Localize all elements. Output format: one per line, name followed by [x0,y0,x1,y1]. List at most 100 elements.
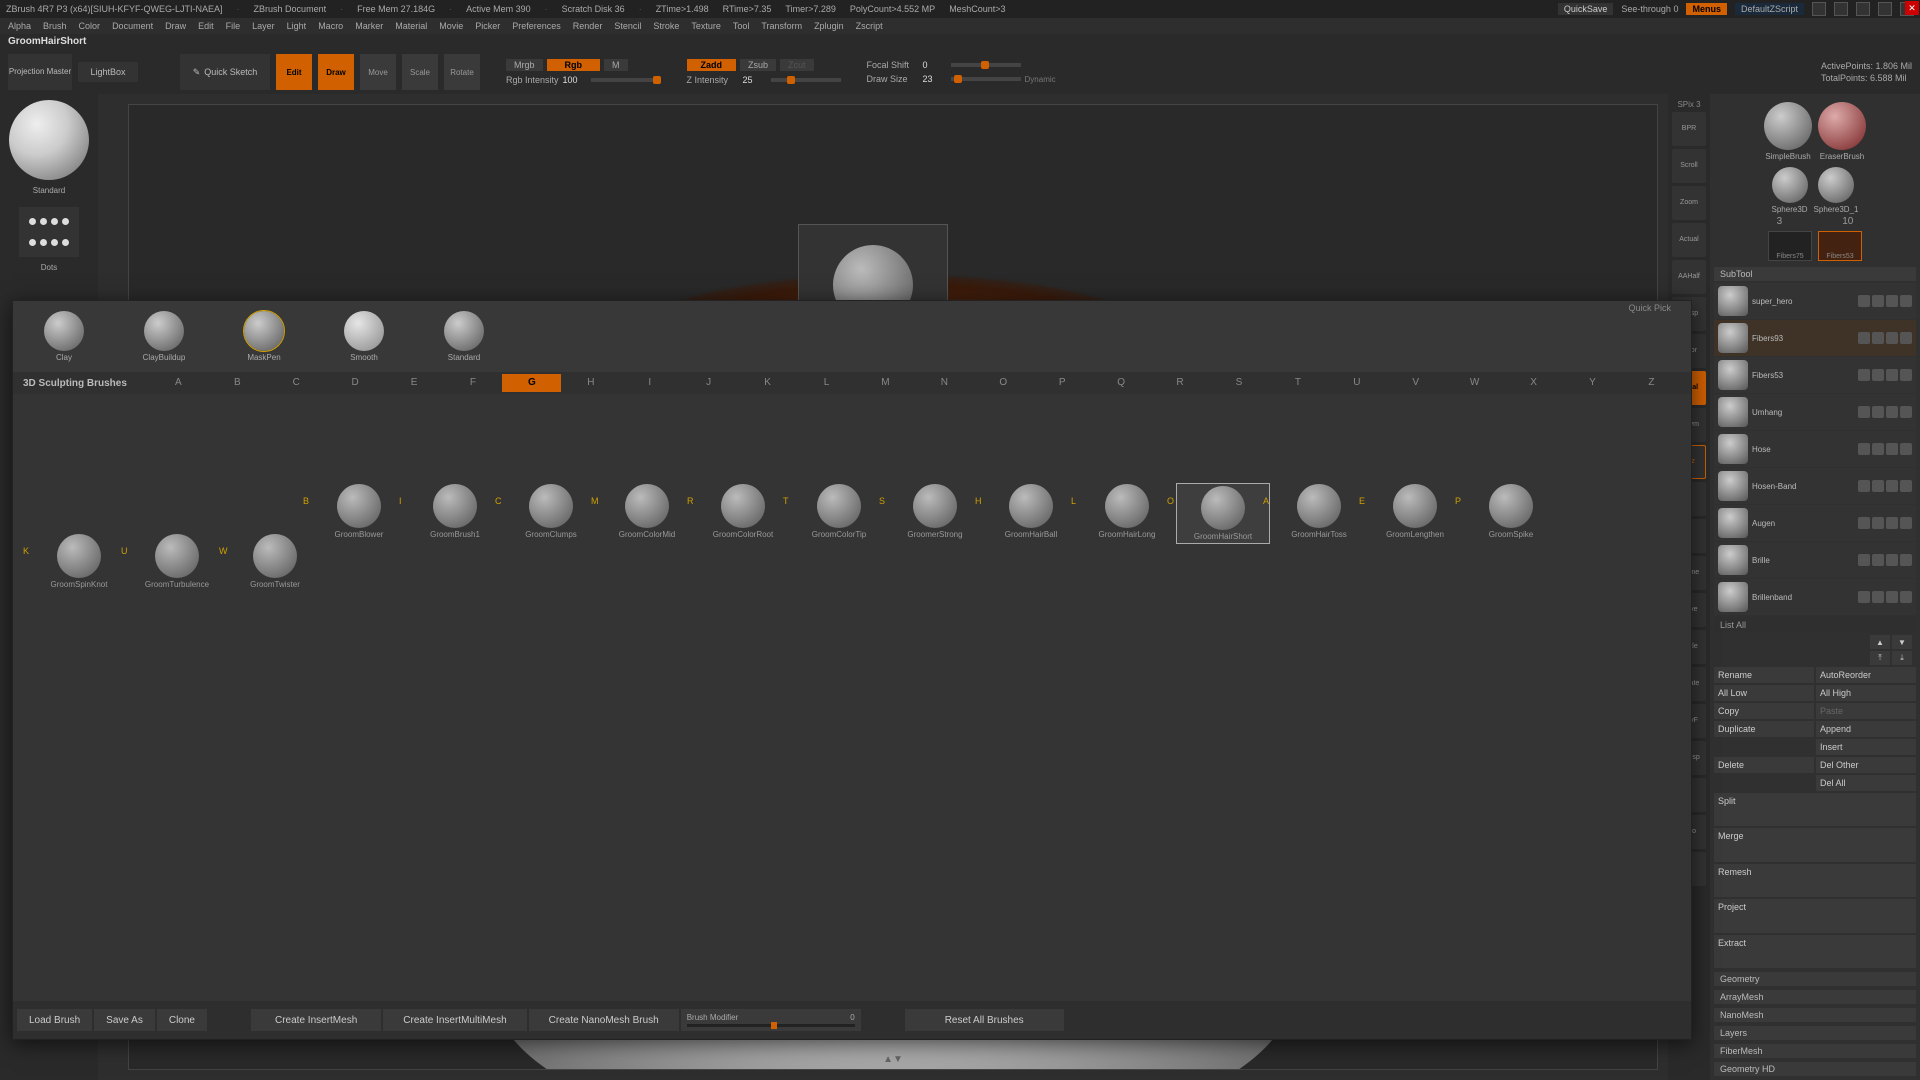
subtool-row[interactable]: Fibers93 [1714,320,1916,356]
eye-icon[interactable] [1886,591,1898,603]
eye-icon[interactable] [1886,369,1898,381]
arrow-top-button[interactable]: ⤒ [1870,651,1890,665]
eye-icon[interactable] [1886,480,1898,492]
mask-icon[interactable] [1900,295,1912,307]
zoom-button[interactable]: Zoom [1672,186,1706,220]
brush-groomcolortip[interactable]: TGroomColorTip [793,484,885,539]
filter-letter-o[interactable]: O [974,374,1033,392]
visibility-icon[interactable] [1858,369,1870,381]
menu-texture[interactable]: Texture [691,21,721,31]
lightbox-button[interactable]: LightBox [78,62,138,82]
clone-button[interactable]: Clone [157,1009,207,1031]
filter-letter-j[interactable]: J [679,374,738,392]
menu-alpha[interactable]: Alpha [8,21,31,31]
visibility-icon[interactable] [1858,295,1870,307]
save-as-button[interactable]: Save As [94,1009,155,1031]
window-icon[interactable] [1878,2,1892,16]
mask-icon[interactable] [1900,591,1912,603]
menu-document[interactable]: Document [112,21,153,31]
all-high-button[interactable]: All High [1816,685,1916,701]
scroll-button[interactable]: Scroll [1672,149,1706,183]
visibility-icon[interactable] [1858,443,1870,455]
brush-groombrush1[interactable]: IGroomBrush1 [409,484,501,539]
brush-groomcolormid[interactable]: MGroomColorMid [601,484,693,539]
menu-brush[interactable]: Brush [43,21,67,31]
subtool-row[interactable]: Brillenband [1714,579,1916,615]
actual-button[interactable]: Actual [1672,223,1706,257]
duplicate-button[interactable]: Duplicate [1714,721,1814,737]
eraserbrush-icon[interactable] [1818,102,1866,150]
menu-material[interactable]: Material [395,21,427,31]
quickpick-standard[interactable]: Standard [429,311,499,362]
filter-letter-p[interactable]: P [1033,374,1092,392]
brush-groomhairball[interactable]: HGroomHairBall [985,484,1077,539]
visibility-icon[interactable] [1858,406,1870,418]
draw-mode-button[interactable]: Draw [318,54,354,90]
filter-letter-k[interactable]: K [738,374,797,392]
quickpick-clay[interactable]: Clay [29,311,99,362]
merge-button[interactable]: Merge [1714,828,1916,861]
filter-letter-f[interactable]: F [444,374,503,392]
window-icon[interactable] [1856,2,1870,16]
rgb-intensity-slider[interactable] [591,78,661,82]
menu-zscript[interactable]: Zscript [856,21,883,31]
visibility-icon[interactable] [1858,591,1870,603]
filter-letter-r[interactable]: R [1151,374,1210,392]
zadd-button[interactable]: Zadd [687,59,737,71]
mask-icon[interactable] [1900,332,1912,344]
rgb-intensity-value[interactable]: 100 [563,75,587,85]
visibility-icon[interactable] [1858,517,1870,529]
draw-size-value[interactable]: 23 [923,74,947,84]
filter-letter-e[interactable]: E [385,374,444,392]
brush-groomturbulence[interactable]: UGroomTurbulence [131,534,223,589]
eye-icon[interactable] [1886,295,1898,307]
eye-icon[interactable] [1886,443,1898,455]
brush-groomspinknot[interactable]: KGroomSpinKnot [33,534,125,589]
quick-sketch-button[interactable]: ✎ Quick Sketch [180,54,270,90]
menu-movie[interactable]: Movie [439,21,463,31]
paint-icon[interactable] [1872,295,1884,307]
menu-tool[interactable]: Tool [733,21,750,31]
filter-letter-t[interactable]: T [1268,374,1327,392]
paint-icon[interactable] [1872,443,1884,455]
brush-groomcolorroot[interactable]: RGroomColorRoot [697,484,789,539]
edit-mode-button[interactable]: Edit [276,54,312,90]
mrgb-button[interactable]: Mrgb [506,59,543,71]
filter-letter-i[interactable]: I [620,374,679,392]
reset-all-brushes-button[interactable]: Reset All Brushes [905,1009,1064,1031]
brush-groomhairtoss[interactable]: AGroomHairToss [1273,484,1365,539]
paint-icon[interactable] [1872,332,1884,344]
brush-groomhairlong[interactable]: LGroomHairLong [1081,484,1173,539]
brush-groomtwister[interactable]: WGroomTwister [229,534,321,589]
filter-letter-n[interactable]: N [915,374,974,392]
filter-letter-w[interactable]: W [1445,374,1504,392]
arrow-up-button[interactable]: ▲ [1870,635,1890,649]
extract-button[interactable]: Extract [1714,935,1916,968]
filter-letter-l[interactable]: L [797,374,856,392]
filter-letter-v[interactable]: V [1386,374,1445,392]
filter-letter-c[interactable]: C [267,374,326,392]
default-zscript[interactable]: DefaultZScript [1735,3,1804,15]
stroke-dots[interactable] [19,207,79,257]
z-intensity-value[interactable]: 25 [743,75,767,85]
paste-button[interactable]: Paste [1816,703,1916,719]
brush-groomlengthen[interactable]: EGroomLengthen [1369,484,1461,539]
subtool-row[interactable]: Umhang [1714,394,1916,430]
mask-icon[interactable] [1900,369,1912,381]
window-icon[interactable] [1812,2,1826,16]
fibermesh-header[interactable]: FiberMesh [1714,1044,1916,1058]
copy-button[interactable]: Copy [1714,703,1814,719]
layers-header[interactable]: Layers [1714,1026,1916,1040]
paint-icon[interactable] [1872,517,1884,529]
filter-letter-q[interactable]: Q [1092,374,1151,392]
eye-icon[interactable] [1886,332,1898,344]
brush-thumbnail[interactable] [9,100,89,180]
tool-thumb-fibers75[interactable]: Fibers75 [1768,231,1812,261]
zsub-button[interactable]: Zsub [740,59,776,71]
projection-master-button[interactable]: Projection Master [8,54,72,90]
eye-icon[interactable] [1886,554,1898,566]
filter-letter-s[interactable]: S [1210,374,1269,392]
arraymesh-header[interactable]: ArrayMesh [1714,990,1916,1004]
menu-marker[interactable]: Marker [355,21,383,31]
filter-letter-g[interactable]: G [502,374,561,392]
